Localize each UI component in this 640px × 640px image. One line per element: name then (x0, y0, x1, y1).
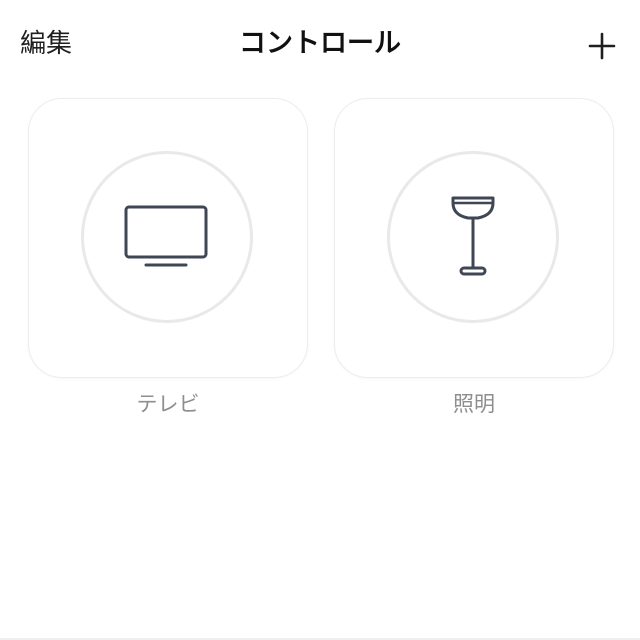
device-circle (81, 151, 253, 323)
edit-button[interactable]: 編集 (20, 26, 72, 62)
add-button[interactable] (586, 30, 618, 62)
device-tv: テレビ (28, 98, 308, 420)
device-card-light[interactable] (334, 98, 614, 378)
device-light: 照明 (334, 98, 614, 420)
device-label: テレビ (136, 392, 200, 416)
control-screen: 編集 コントロール テレビ 照明 (0, 0, 640, 640)
plus-icon (588, 32, 616, 60)
device-circle (387, 151, 559, 323)
page-title: コントロール (239, 28, 401, 59)
device-label: 照明 (453, 392, 495, 416)
tv-icon (124, 205, 208, 267)
device-card-tv[interactable] (28, 98, 308, 378)
header: 編集 コントロール (0, 0, 640, 90)
floor-lamp-icon (451, 196, 495, 276)
